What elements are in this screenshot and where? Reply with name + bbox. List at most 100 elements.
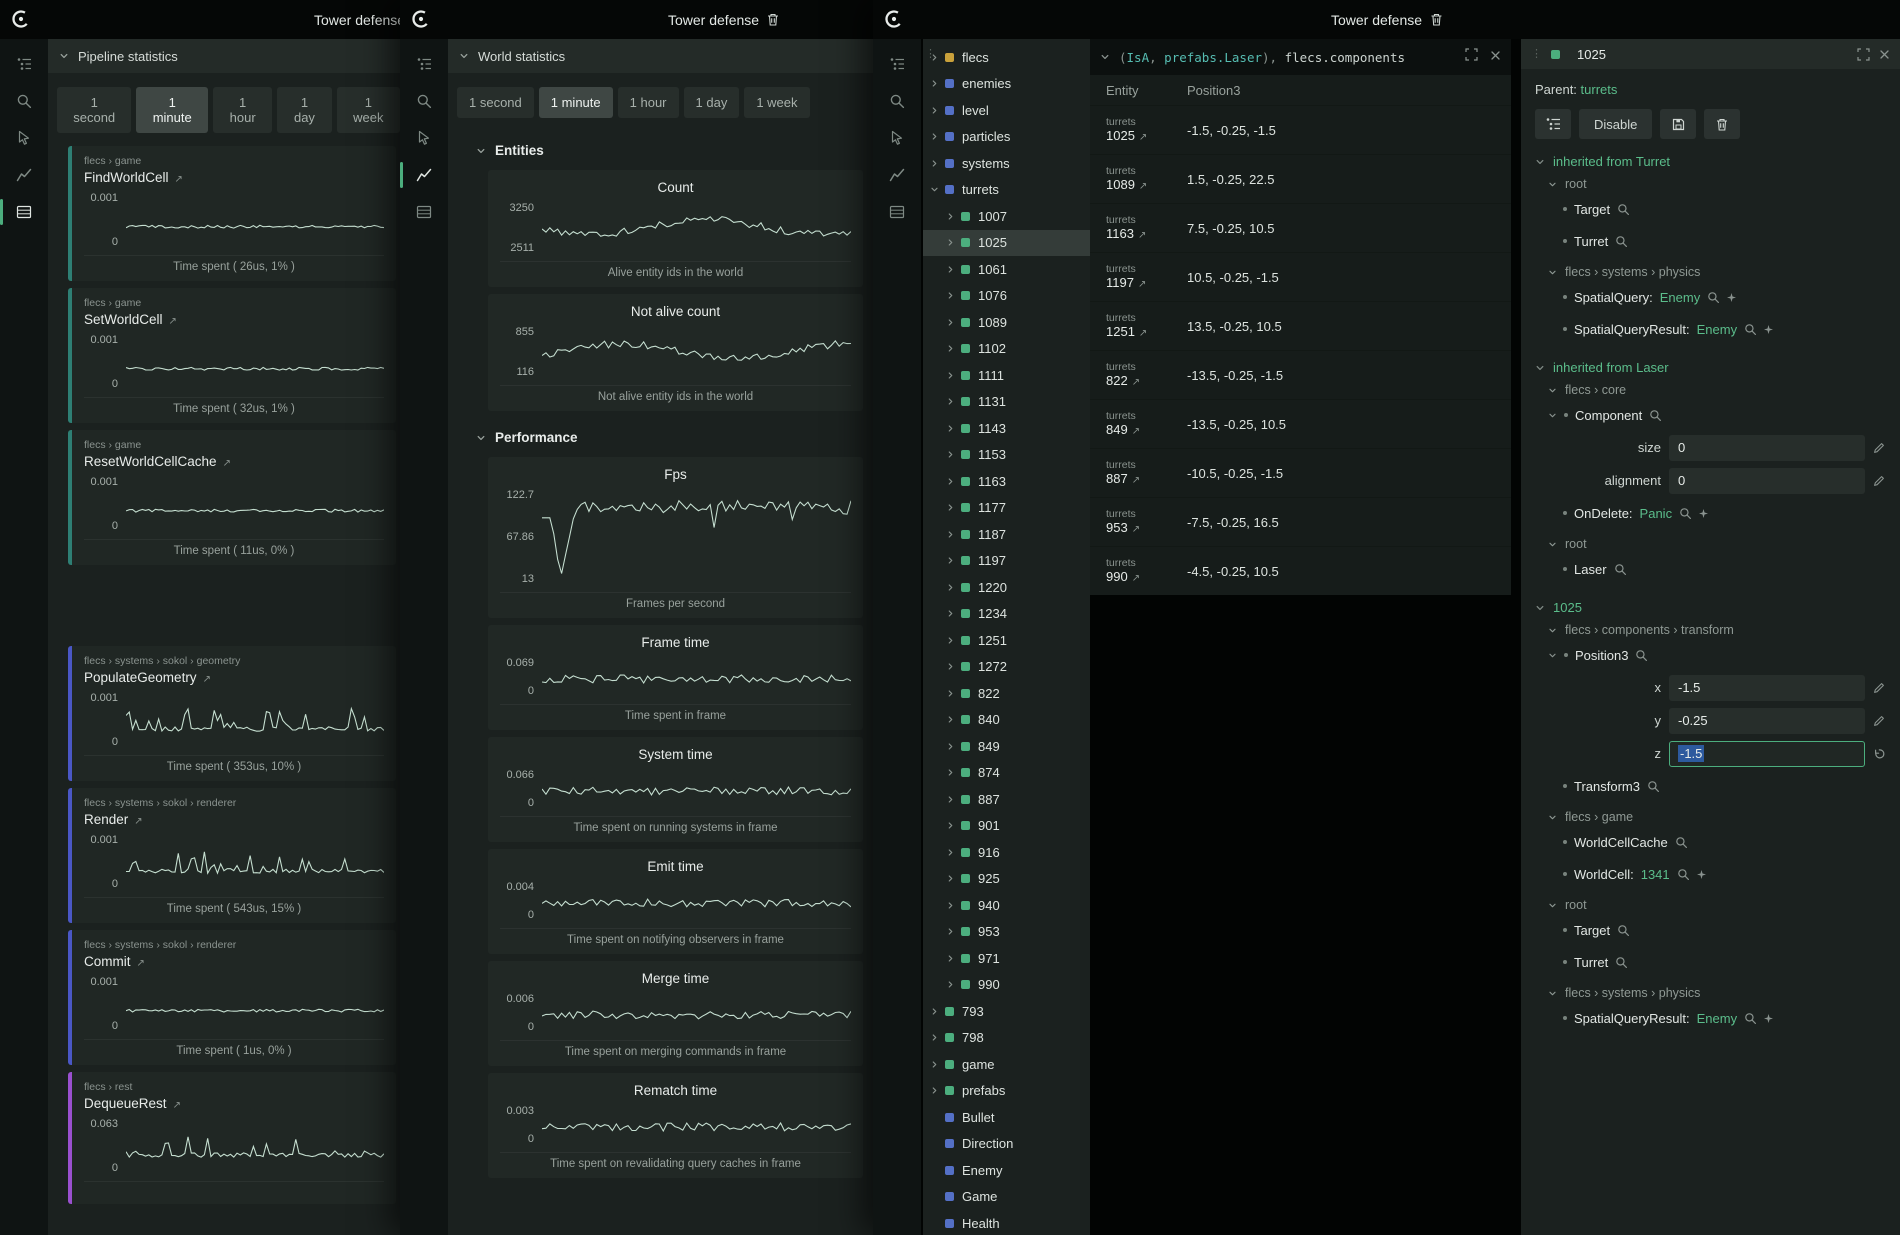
inspector-section-header[interactable]: inherited from Laser [1535,360,1886,375]
tree-toggle[interactable] [946,583,961,592]
search-icon[interactable] [1615,235,1628,248]
tree-item-887[interactable]: 887 [923,786,1090,813]
search-icon-wrap[interactable] [1647,780,1660,793]
tree-item-916[interactable]: 916 [923,839,1090,866]
component-group-header[interactable]: root [1535,177,1886,191]
save-button[interactable] [1660,109,1696,139]
tree-item-1076[interactable]: 1076 [923,283,1090,310]
entity-id-link[interactable]: 1163↗ [1106,227,1187,241]
tree-item-level[interactable]: level [923,97,1090,124]
tree-toggle[interactable] [946,530,961,539]
tree-toggle[interactable] [946,954,961,963]
tree-item-1153[interactable]: 1153 [923,442,1090,469]
expand-toggle[interactable] [1548,651,1557,660]
tree-item-flecs[interactable]: flecs [923,44,1090,71]
search-icon[interactable] [1647,780,1660,793]
component-group-header[interactable]: flecs › game [1535,810,1886,824]
query-result-row[interactable]: turrets1251↗13.5, -0.25, 10.5 [1090,301,1511,350]
tree-item-enemies[interactable]: enemies [923,71,1090,98]
tree-toggle[interactable] [946,318,961,327]
tree-toggle[interactable] [946,238,961,247]
tree-item-1234[interactable]: 1234 [923,601,1090,628]
edit-icon-wrap[interactable] [1873,442,1885,454]
system-link[interactable]: DequeueRest↗ [84,1096,384,1111]
query-result-row[interactable]: turrets849↗-13.5, -0.25, 10.5 [1090,399,1511,448]
component-group-header[interactable]: flecs › systems › physics [1535,265,1886,279]
tree-toggle[interactable] [946,821,961,830]
rail-tables-icon[interactable] [0,201,48,223]
component-value-link[interactable]: 1341 [1641,867,1670,882]
tree-item-Game[interactable]: Game [923,1184,1090,1211]
tree-item-Bullet[interactable]: Bullet [923,1104,1090,1131]
tree-item-1089[interactable]: 1089 [923,309,1090,336]
tree-item-turrets[interactable]: turrets [923,177,1090,204]
search-icon-wrap[interactable] [1615,235,1628,248]
rail-inspect-icon[interactable] [0,127,48,149]
tree-item-1177[interactable]: 1177 [923,495,1090,522]
expand-toggle[interactable] [1548,411,1557,420]
rail-statistics-icon[interactable] [0,164,48,186]
system-link[interactable]: PopulateGeometry↗ [84,670,384,685]
tree-toggle[interactable] [946,477,961,486]
rail-entities-tree-icon[interactable] [400,53,448,75]
tree-toggle[interactable] [930,132,945,141]
edit-icon-wrap[interactable] [1873,682,1885,694]
entity-cell[interactable]: turrets990↗ [1090,558,1187,585]
query-expression-input[interactable]: (IsA, prefabs.Laser), flecs.components [1119,50,1456,65]
tree-toggle[interactable] [930,1033,945,1042]
tree-item-1163[interactable]: 1163 [923,468,1090,495]
tree-toggle[interactable] [946,450,961,459]
search-icon-wrap[interactable] [1614,563,1627,576]
tree-toggle[interactable] [946,344,961,353]
search-icon[interactable] [1744,1012,1757,1025]
edit-icon-wrap[interactable] [1873,475,1885,487]
tree-item-1131[interactable]: 1131 [923,389,1090,416]
entity-cell[interactable]: turrets1251↗ [1090,313,1187,340]
tree-item-971[interactable]: 971 [923,945,1090,972]
tree-toggle[interactable] [946,927,961,936]
tree-toggle[interactable] [946,742,961,751]
component-row-Turret[interactable]: Turret [1535,225,1886,257]
tree-toggle[interactable] [946,662,961,671]
tree-item-1187[interactable]: 1187 [923,521,1090,548]
search-icon[interactable] [1675,836,1688,849]
entity-cell[interactable]: turrets1163↗ [1090,215,1187,242]
parent-link[interactable]: turrets [1581,82,1618,97]
range-button-1-week[interactable]: 1 week [337,87,400,133]
tree-item-849[interactable]: 849 [923,733,1090,760]
tree-toggle[interactable] [946,848,961,857]
tree-item-822[interactable]: 822 [923,680,1090,707]
tree-item-1143[interactable]: 1143 [923,415,1090,442]
system-link[interactable]: Commit↗ [84,954,384,969]
component-row-Turret[interactable]: Turret [1535,946,1886,978]
field-input-z[interactable]: -1.5 [1669,741,1865,767]
component-value-link[interactable]: Panic [1640,506,1673,521]
entity-cell[interactable]: turrets1025↗ [1090,117,1187,144]
tree-item-1220[interactable]: 1220 [923,574,1090,601]
tree-item-Direction[interactable]: Direction [923,1131,1090,1158]
component-row-SpatialQueryResult[interactable]: SpatialQueryResult:Enemy [1535,313,1886,345]
inspector-section-header[interactable]: inherited from Turret [1535,154,1886,169]
system-link[interactable]: ResetWorldCellCache↗ [84,454,384,469]
search-icon-wrap[interactable] [1615,956,1628,969]
search-icon-wrap[interactable] [1679,507,1692,520]
tree-item-901[interactable]: 901 [923,813,1090,840]
edit-icon[interactable] [1873,442,1885,454]
search-icon-wrap[interactable] [1675,836,1688,849]
rail-inspect-icon[interactable] [400,127,448,149]
entity-cell[interactable]: turrets822↗ [1090,362,1187,389]
component-row-Target[interactable]: Target [1535,914,1886,946]
search-icon[interactable] [1635,649,1648,662]
rail-tables-icon[interactable] [873,201,921,223]
drag-handle-icon[interactable]: ⋮ [1531,49,1542,60]
close-icon[interactable] [1879,49,1890,60]
delete-button[interactable] [1704,109,1740,139]
component-value-link[interactable]: Enemy [1697,1011,1737,1026]
range-button-1-minute[interactable]: 1 minute [539,87,613,118]
tree-toggle[interactable] [946,980,961,989]
entity-cell[interactable]: turrets953↗ [1090,509,1187,536]
component-row-Component[interactable]: Component [1535,399,1886,431]
tree-toggle[interactable] [946,424,961,433]
rail-tables-icon[interactable] [400,201,448,223]
tree-item-prefabs[interactable]: prefabs [923,1078,1090,1105]
